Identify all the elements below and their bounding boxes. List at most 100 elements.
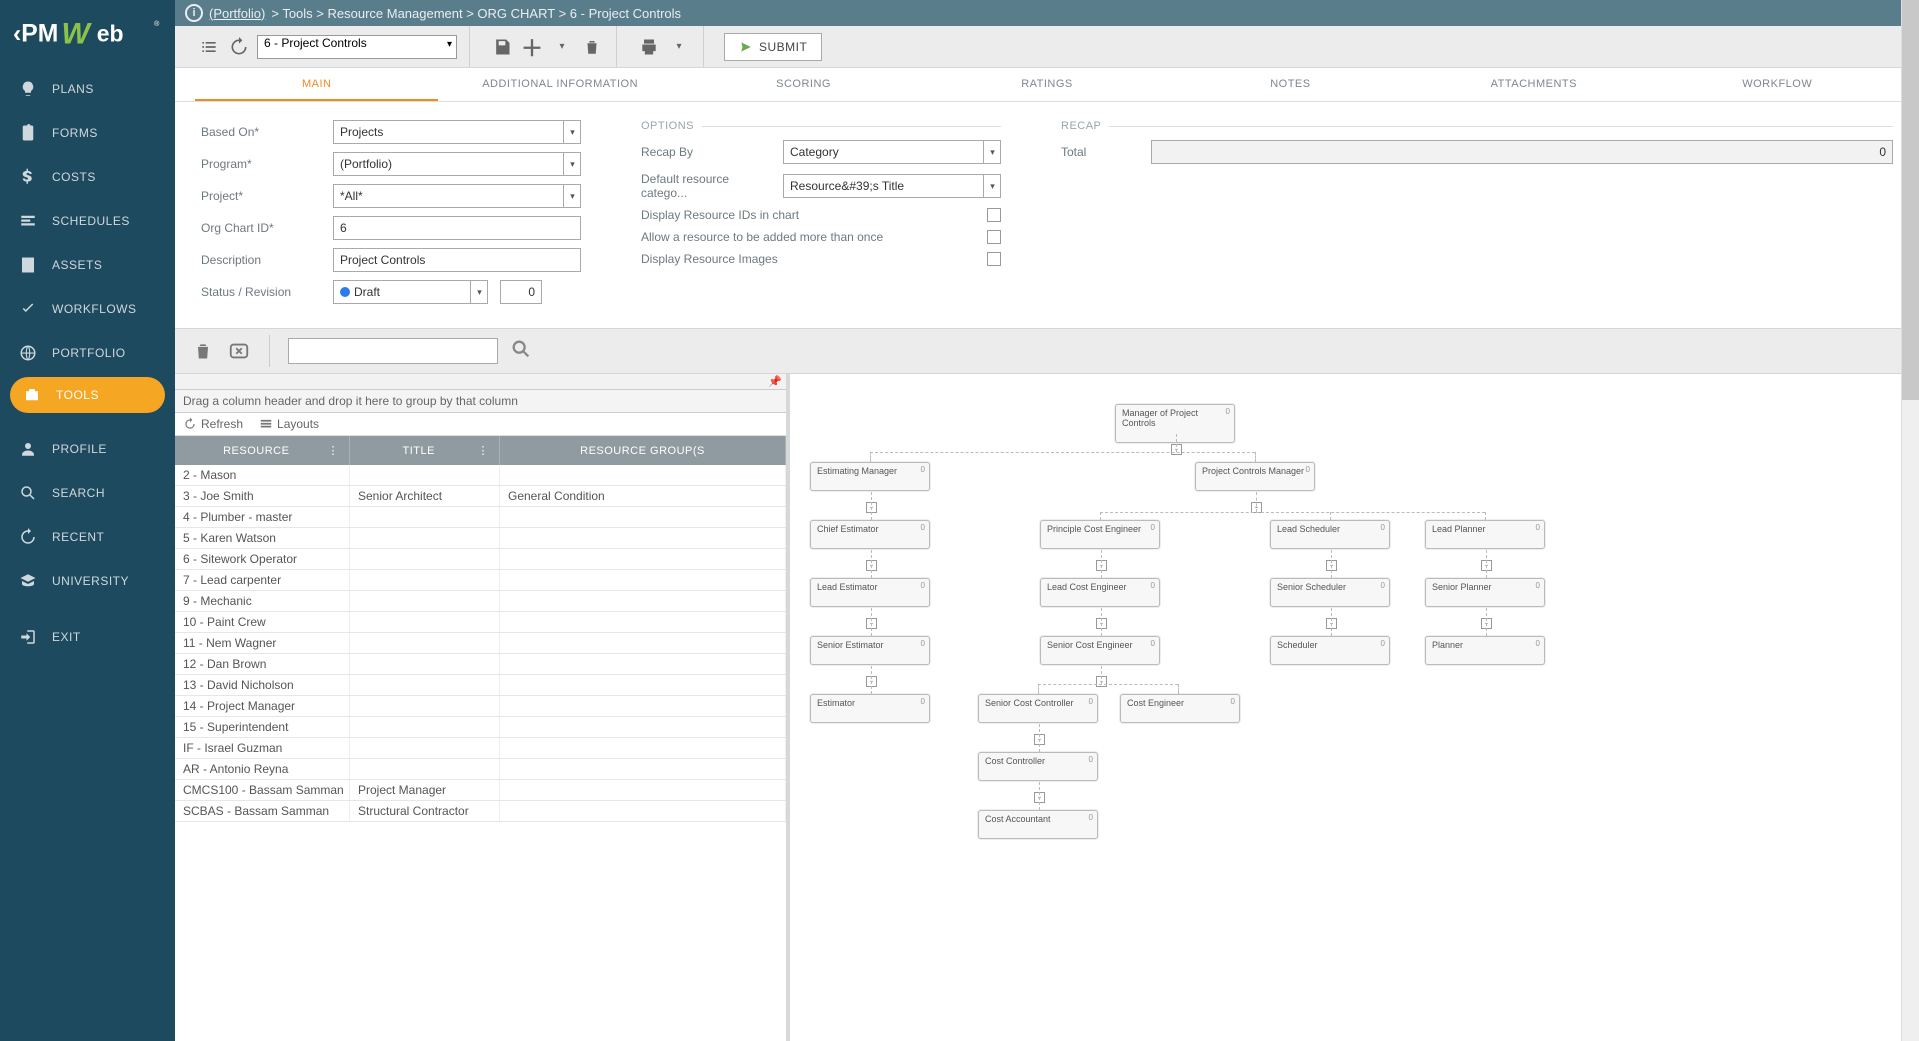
col-resource-group[interactable]: RESOURCE GROUP(S bbox=[500, 436, 786, 465]
add-dropdown-caret[interactable]: ▾ bbox=[550, 35, 574, 59]
table-row[interactable]: 6 - Sitework Operator bbox=[175, 549, 786, 570]
list-icon[interactable] bbox=[197, 35, 221, 59]
submit-button[interactable]: SUBMIT bbox=[724, 33, 822, 61]
org-node[interactable]: Principle Cost Engineer0 bbox=[1040, 520, 1160, 549]
grid-search-icon[interactable] bbox=[510, 338, 532, 365]
org-node[interactable]: Lead Estimator0 bbox=[810, 578, 930, 607]
sidebar-item-university[interactable]: UNIVERSITY bbox=[0, 559, 175, 603]
org-node[interactable]: Senior Planner0 bbox=[1425, 578, 1545, 607]
browser-scrollbar[interactable] bbox=[1901, 0, 1919, 1041]
org-node[interactable]: Senior Cost Controller0 bbox=[978, 694, 1098, 723]
breadcrumb-portfolio[interactable]: (Portfolio) bbox=[209, 6, 265, 21]
caret-icon[interactable]: ▾ bbox=[563, 152, 581, 176]
history-icon[interactable] bbox=[227, 35, 251, 59]
print-icon[interactable] bbox=[637, 35, 661, 59]
tab-additional-information[interactable]: ADDITIONAL INFORMATION bbox=[438, 68, 681, 101]
revision-input[interactable] bbox=[500, 280, 542, 304]
table-row[interactable]: IF - Israel Guzman bbox=[175, 738, 786, 759]
table-row[interactable]: 2 - Mason bbox=[175, 465, 786, 486]
table-row[interactable]: 7 - Lead carpenter bbox=[175, 570, 786, 591]
pin-icon[interactable]: 📌 bbox=[768, 375, 782, 388]
sidebar-item-search[interactable]: SEARCH bbox=[0, 471, 175, 515]
table-row[interactable]: CMCS100 - Bassam SammanProject Manager bbox=[175, 780, 786, 801]
refresh-button[interactable]: Refresh bbox=[183, 417, 243, 431]
program-select[interactable] bbox=[333, 152, 581, 176]
grid-delete-icon[interactable] bbox=[191, 339, 215, 363]
sidebar-item-portfolio[interactable]: PORTFOLIO bbox=[0, 331, 175, 375]
print-dropdown-caret[interactable]: ▾ bbox=[667, 35, 691, 59]
default-category-select[interactable] bbox=[783, 174, 1001, 198]
grid-search-input[interactable] bbox=[288, 338, 498, 364]
table-row[interactable]: 14 - Project Manager bbox=[175, 696, 786, 717]
sidebar-item-workflows[interactable]: WORKFLOWS bbox=[0, 287, 175, 331]
description-input[interactable] bbox=[333, 248, 581, 272]
table-row[interactable]: 4 - Plumber - master bbox=[175, 507, 786, 528]
table-row[interactable]: SCBAS - Bassam SammanStructural Contract… bbox=[175, 801, 786, 822]
sidebar-item-assets[interactable]: ASSETS bbox=[0, 243, 175, 287]
table-row[interactable]: AR - Antonio Reyna bbox=[175, 759, 786, 780]
orgchartid-input[interactable] bbox=[333, 216, 581, 240]
table-row[interactable]: 9 - Mechanic bbox=[175, 591, 786, 612]
org-node[interactable]: Chief Estimator0 bbox=[810, 520, 930, 549]
group-drop-area[interactable]: Drag a column header and drop it here to… bbox=[175, 390, 786, 413]
caret-icon[interactable]: ▾ bbox=[983, 174, 1001, 198]
grid-body[interactable]: 2 - Mason3 - Joe SmithSenior ArchitectGe… bbox=[175, 465, 786, 1041]
caret-icon[interactable]: ▾ bbox=[470, 280, 488, 304]
tab-attachments[interactable]: ATTACHMENTS bbox=[1412, 68, 1655, 101]
tab-scoring[interactable]: SCORING bbox=[682, 68, 925, 101]
org-node[interactable]: Cost Controller0 bbox=[978, 752, 1098, 781]
org-node[interactable]: Project Controls Manager0 bbox=[1195, 462, 1315, 491]
sidebar-item-profile[interactable]: PROFILE bbox=[0, 427, 175, 471]
column-menu-icon[interactable]: ⋮ bbox=[328, 444, 340, 457]
org-node[interactable]: Scheduler0 bbox=[1270, 636, 1390, 665]
org-node[interactable]: Senior Scheduler0 bbox=[1270, 578, 1390, 607]
caret-icon[interactable]: ▾ bbox=[563, 184, 581, 208]
table-row[interactable]: 11 - Nem Wagner bbox=[175, 633, 786, 654]
caret-icon[interactable]: ▾ bbox=[563, 120, 581, 144]
layouts-button[interactable]: Layouts bbox=[259, 417, 319, 431]
display-ids-checkbox[interactable] bbox=[987, 208, 1001, 222]
org-node[interactable]: Estimator0 bbox=[810, 694, 930, 723]
tab-notes[interactable]: NOTES bbox=[1169, 68, 1412, 101]
caret-icon[interactable]: ▾ bbox=[983, 140, 1001, 164]
table-row[interactable]: 5 - Karen Watson bbox=[175, 528, 786, 549]
table-row[interactable]: 13 - David Nicholson bbox=[175, 675, 786, 696]
sidebar-item-plans[interactable]: PLANS bbox=[0, 67, 175, 111]
sidebar-item-tools[interactable]: TOOLS bbox=[10, 377, 165, 413]
org-node[interactable]: Planner0 bbox=[1425, 636, 1545, 665]
based-on-select[interactable] bbox=[333, 120, 581, 144]
recap-by-select[interactable] bbox=[783, 140, 1001, 164]
delete-icon[interactable] bbox=[580, 35, 604, 59]
org-node[interactable]: Lead Cost Engineer0 bbox=[1040, 578, 1160, 607]
column-menu-icon[interactable]: ⋮ bbox=[477, 444, 489, 457]
grid-clear-icon[interactable] bbox=[227, 339, 251, 363]
sidebar-item-forms[interactable]: FORMS bbox=[0, 111, 175, 155]
save-icon[interactable] bbox=[490, 35, 514, 59]
org-node[interactable]: Lead Scheduler0 bbox=[1270, 520, 1390, 549]
sidebar-item-costs[interactable]: COSTS bbox=[0, 155, 175, 199]
sidebar-item-recent[interactable]: RECENT bbox=[0, 515, 175, 559]
sidebar-item-schedules[interactable]: SCHEDULES bbox=[0, 199, 175, 243]
allow-more-checkbox[interactable] bbox=[987, 230, 1001, 244]
info-icon[interactable]: i bbox=[185, 4, 203, 22]
org-node[interactable]: Estimating Manager0 bbox=[810, 462, 930, 491]
org-node[interactable]: Lead Planner0 bbox=[1425, 520, 1545, 549]
org-node[interactable]: Cost Engineer0 bbox=[1120, 694, 1240, 723]
table-row[interactable]: 3 - Joe SmithSenior ArchitectGeneral Con… bbox=[175, 486, 786, 507]
col-title[interactable]: TITLE⋮ bbox=[350, 436, 500, 465]
tab-main[interactable]: MAIN bbox=[195, 68, 438, 101]
add-icon[interactable]: ＋ bbox=[520, 35, 544, 59]
org-node[interactable]: Senior Cost Engineer0 bbox=[1040, 636, 1160, 665]
org-node[interactable]: Manager of Project Controls0 bbox=[1115, 404, 1235, 443]
org-node[interactable]: Senior Estimator0 bbox=[810, 636, 930, 665]
table-row[interactable]: 15 - Superintendent bbox=[175, 717, 786, 738]
scroll-thumb[interactable] bbox=[1902, 0, 1919, 400]
table-row[interactable]: 10 - Paint Crew bbox=[175, 612, 786, 633]
col-resource[interactable]: RESOURCE⋮ bbox=[175, 436, 350, 465]
sidebar-item-exit[interactable]: EXIT bbox=[0, 615, 175, 659]
tab-workflow[interactable]: WORKFLOW bbox=[1656, 68, 1899, 101]
org-chart-pane[interactable]: Manager of Project Controls0 - Estimatin… bbox=[790, 374, 1919, 1041]
project-select[interactable] bbox=[333, 184, 581, 208]
record-selector[interactable]: 6 - Project Controls bbox=[257, 35, 457, 59]
status-select[interactable]: Draft bbox=[333, 280, 488, 304]
